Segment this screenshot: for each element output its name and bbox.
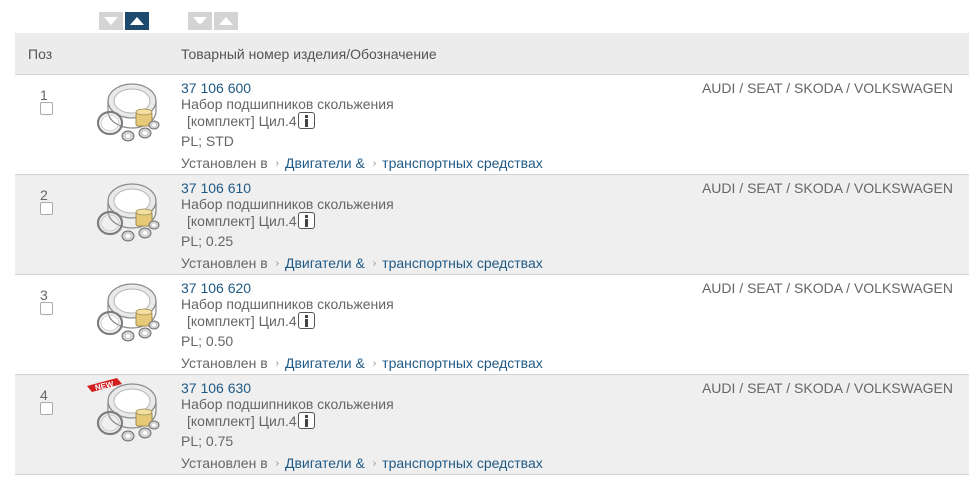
chevron-right-icon: ›	[372, 157, 377, 169]
article-description: Набор подшипников скольжения	[181, 296, 394, 312]
article-description-kit: [комплект] Цил.4	[187, 212, 297, 229]
info-icon[interactable]	[297, 412, 315, 429]
article-description-detail: [комплект] Цил.4	[187, 412, 394, 429]
article-number-link[interactable]: 37 106 610	[181, 180, 394, 196]
installed-in: Установлен в › Двигатели & › транспортны…	[181, 455, 543, 471]
triangle-up-icon	[219, 17, 233, 25]
vehicle-brands: AUDI / SEAT / SKODA / VOLKSWAGEN	[701, 380, 953, 396]
vehicles-link[interactable]: транспортных средствах	[382, 455, 543, 471]
chevron-right-icon: ›	[275, 457, 279, 469]
vehicles-link[interactable]: транспортных средствах	[382, 155, 543, 171]
article-info: 37 106 600 Набор подшипников скольжения …	[181, 80, 394, 149]
table-row: 2 37 106 610 Набор подшипников скольжени…	[15, 175, 969, 275]
article-description: Набор подшипников скольжения	[181, 396, 394, 412]
installed-label: Установлен в	[181, 255, 268, 271]
info-icon[interactable]	[297, 112, 315, 129]
info-icon[interactable]	[297, 312, 315, 329]
bearing-set-image[interactable]	[88, 81, 164, 147]
position-number: 3	[40, 287, 48, 303]
installed-in: Установлен в › Двигатели & › транспортны…	[181, 255, 543, 271]
article-variant: PL; 0.50	[181, 333, 234, 349]
position-number: 1	[40, 87, 48, 103]
table-row: 1 37 106 600 Набор подшипников скольжени…	[15, 75, 969, 175]
article-description-detail: [комплект] Цил.4	[187, 212, 394, 229]
info-icon[interactable]	[297, 212, 315, 229]
table-body: 1 37 106 600 Набор подшипников скольжени…	[15, 75, 969, 475]
article-number-link[interactable]: 37 106 620	[181, 280, 394, 296]
sort-group-position	[99, 12, 149, 30]
row-checkbox[interactable]	[40, 402, 53, 415]
installed-label: Установлен в	[181, 355, 268, 371]
engines-link[interactable]: Двигатели &	[285, 155, 365, 171]
article-description-kit: [комплект] Цил.4	[187, 112, 297, 129]
chevron-right-icon: ›	[275, 257, 279, 269]
new-badge-label: NEW	[94, 380, 115, 393]
engines-link[interactable]: Двигатели &	[285, 255, 365, 271]
installed-in: Установлен в › Двигатели & › транспортны…	[181, 355, 543, 371]
vehicle-brands: AUDI / SEAT / SKODA / VOLKSWAGEN	[701, 280, 953, 296]
position-number: 2	[40, 187, 48, 203]
chevron-right-icon: ›	[275, 357, 279, 369]
sort-asc-button[interactable]	[214, 12, 238, 30]
triangle-down-icon	[193, 17, 207, 25]
vehicle-brands: AUDI / SEAT / SKODA / VOLKSWAGEN	[701, 180, 953, 196]
chevron-right-icon: ›	[275, 157, 279, 169]
article-number-link[interactable]: 37 106 600	[181, 80, 394, 96]
installed-label: Установлен в	[181, 155, 268, 171]
installed-in: Установлен в › Двигатели & › транспортны…	[181, 155, 543, 171]
vehicles-link[interactable]: транспортных средствах	[382, 355, 543, 371]
article-description: Набор подшипников скольжения	[181, 196, 394, 212]
article-info: 37 106 610 Набор подшипников скольжения …	[181, 180, 394, 249]
chevron-right-icon: ›	[372, 257, 377, 269]
article-variant: PL; 0.75	[181, 433, 234, 449]
triangle-up-icon	[130, 17, 144, 25]
bearing-set-image[interactable]	[88, 181, 164, 247]
table-header: Поз Товарный номер изделия/Обозначение	[15, 33, 969, 75]
article-description-kit: [комплект] Цил.4	[187, 412, 297, 429]
sort-group-article	[188, 12, 238, 30]
row-checkbox[interactable]	[40, 102, 53, 115]
article-description: Набор подшипников скольжения	[181, 96, 394, 112]
table-row: 4 37 106 630 Набор подшипников скольжени…	[15, 375, 969, 475]
vehicle-brands: AUDI / SEAT / SKODA / VOLKSWAGEN	[701, 80, 953, 96]
article-variant: PL; STD	[181, 133, 234, 149]
engines-link[interactable]: Двигатели &	[285, 455, 365, 471]
row-checkbox[interactable]	[40, 302, 53, 315]
sort-desc-button[interactable]	[99, 12, 123, 30]
row-checkbox[interactable]	[40, 202, 53, 215]
sort-desc-button[interactable]	[188, 12, 212, 30]
article-description-detail: [комплект] Цил.4	[187, 112, 394, 129]
triangle-down-icon	[104, 17, 118, 25]
engines-link[interactable]: Двигатели &	[285, 355, 365, 371]
installed-label: Установлен в	[181, 455, 268, 471]
article-info: 37 106 620 Набор подшипников скольжения …	[181, 280, 394, 349]
column-header-article[interactable]: Товарный номер изделия/Обозначение	[181, 46, 437, 62]
article-info: 37 106 630 Набор подшипников скольжения …	[181, 380, 394, 449]
table-row: 3 37 106 620 Набор подшипников скольжени…	[15, 275, 969, 375]
bearing-set-image[interactable]	[88, 281, 164, 347]
chevron-right-icon: ›	[372, 457, 377, 469]
chevron-right-icon: ›	[372, 357, 377, 369]
article-number-link[interactable]: 37 106 630	[181, 380, 394, 396]
vehicles-link[interactable]: транспортных средствах	[382, 255, 543, 271]
position-number: 4	[40, 387, 48, 403]
results-table: Поз Товарный номер изделия/Обозначение 1…	[15, 33, 969, 475]
article-description-kit: [комплект] Цил.4	[187, 312, 297, 329]
new-badge: NEW	[87, 378, 122, 393]
article-variant: PL; 0.25	[181, 233, 234, 249]
article-description-detail: [комплект] Цил.4	[187, 312, 394, 329]
sort-asc-button[interactable]	[125, 12, 149, 30]
column-header-pos[interactable]: Поз	[28, 46, 52, 62]
